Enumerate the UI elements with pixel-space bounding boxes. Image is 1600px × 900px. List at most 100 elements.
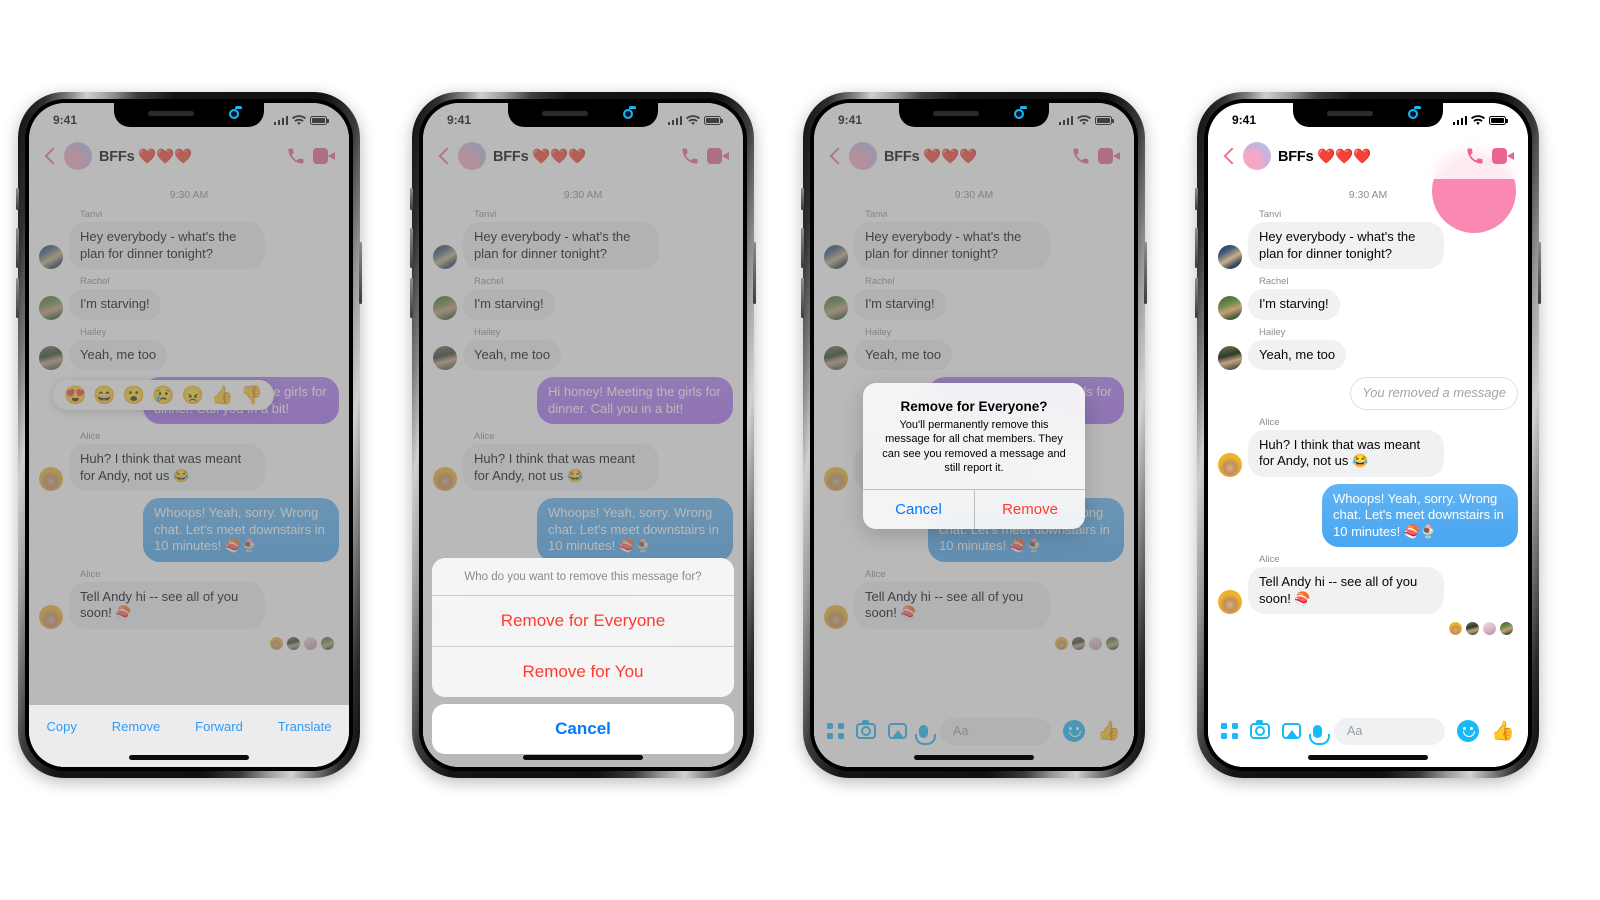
context-menu-copy[interactable]: Copy [46, 719, 76, 734]
volume-down-button[interactable] [1195, 278, 1198, 318]
message-row[interactable]: Whoops! Yeah, sorry. Wrong chat. Let's m… [1218, 483, 1518, 547]
screen-1: 9:30 AM Tanvi Hey everybody - what's the… [29, 103, 349, 767]
cellular-signal-icon [1452, 115, 1467, 125]
phone-1: 9:30 AM Tanvi Hey everybody - what's the… [16, 92, 362, 778]
silent-switch[interactable] [410, 188, 413, 210]
removed-message-placeholder: You removed a message [1350, 377, 1518, 410]
home-indicator[interactable] [1308, 755, 1428, 760]
front-camera-icon [230, 106, 242, 118]
power-button[interactable] [1144, 242, 1147, 304]
speaker-grille [933, 111, 979, 116]
status-indicators [1452, 114, 1508, 126]
battery-icon [1489, 115, 1508, 125]
avatar [1482, 621, 1497, 636]
phone-bezel: 9:30 AM Tanvi Hey everybody - what's the… [810, 99, 1138, 771]
alert-body: Remove for Everyone? You'll permanently … [863, 383, 1085, 489]
alert-actions: Cancel Remove [863, 489, 1085, 530]
front-camera-icon [1409, 106, 1421, 118]
avatar[interactable] [1218, 346, 1242, 370]
remove-for-you-button[interactable]: Remove for You [432, 647, 734, 697]
sender-label: Alice [1259, 416, 1280, 428]
message-thread[interactable]: 9:30 AM Tanvi Hey everybody - what's the… [1208, 179, 1528, 767]
avatar[interactable] [1218, 452, 1242, 477]
emoji-smiley-icon[interactable] [1457, 720, 1480, 742]
message-row[interactable]: Huh? I think that was meant for Andy, no… [1218, 429, 1518, 477]
context-menu-forward[interactable]: Forward [195, 719, 243, 734]
phone-bezel: 9:30 AM Tanvi Hey everybody - what's the… [25, 99, 353, 771]
remove-action-sheet[interactable]: Who do you want to remove this message f… [432, 558, 734, 754]
silent-switch[interactable] [801, 188, 804, 210]
volume-up-button[interactable] [1195, 228, 1198, 268]
message-bubble[interactable]: Yeah, me too [1248, 339, 1347, 370]
speaker-grille [542, 111, 588, 116]
message-bubble[interactable]: Huh? I think that was meant for Andy, no… [1248, 429, 1444, 477]
home-indicator[interactable] [523, 755, 643, 760]
alert-message: You'll permanently remove this message f… [882, 419, 1066, 474]
message-row[interactable]: Tell Andy hi -- see all of you soon! 🍣 [1218, 567, 1518, 614]
photo-icon[interactable] [1282, 723, 1301, 739]
message-bubble[interactable]: Hey everybody - what's the plan for dinn… [1248, 222, 1444, 269]
removed-message-row[interactable]: You removed a message [1218, 377, 1518, 410]
message-row[interactable]: Yeah, me too [1218, 339, 1518, 370]
phone-bezel: 9:30 AM Tanvi Hey everybody - what's the… [1204, 99, 1532, 771]
avatar [1448, 621, 1463, 636]
volume-down-button[interactable] [801, 278, 804, 318]
power-button[interactable] [1538, 242, 1541, 304]
message-bubble[interactable]: Whoops! Yeah, sorry. Wrong chat. Let's m… [1322, 483, 1518, 547]
phone-3: 9:30 AM Tanvi Hey everybody - what's the… [801, 92, 1147, 778]
cancel-button[interactable]: Cancel [863, 490, 974, 529]
power-button[interactable] [359, 242, 362, 304]
microphone-icon[interactable] [1309, 724, 1330, 745]
screenshot-stage: 9:30 AM Tanvi Hey everybody - what's the… [0, 0, 1600, 900]
sender-label: Hailey [1259, 326, 1286, 338]
seen-by-avatars [1218, 621, 1514, 636]
avatar[interactable] [1218, 295, 1242, 320]
remove-button[interactable]: Remove [974, 490, 1085, 530]
alert-title: Remove for Everyone? [900, 399, 1048, 414]
dim-overlay[interactable] [29, 103, 349, 767]
context-menu-translate[interactable]: Translate [278, 719, 332, 734]
volume-down-button[interactable] [16, 278, 19, 318]
message-input[interactable]: Aa [1334, 717, 1446, 745]
page-title: BFFs ❤️❤️❤️ [1278, 148, 1371, 165]
remove-for-everyone-button[interactable]: Remove for Everyone [432, 596, 734, 647]
front-camera-icon [624, 106, 636, 118]
notch [508, 103, 658, 127]
volume-up-button[interactable] [801, 228, 804, 268]
group-avatar[interactable] [1243, 142, 1271, 170]
apps-grid-icon[interactable] [1221, 722, 1238, 740]
volume-up-button[interactable] [16, 228, 19, 268]
silent-switch[interactable] [16, 188, 19, 210]
avatar [1465, 621, 1480, 636]
sender-label: Rachel [1259, 276, 1289, 287]
camera-icon[interactable] [1250, 720, 1270, 739]
home-indicator[interactable] [914, 755, 1034, 760]
phone-bezel: 9:30 AM Tanvi Hey everybody - what's the… [419, 99, 747, 771]
phone-icon[interactable] [1465, 146, 1485, 166]
message-bubble[interactable]: Tell Andy hi -- see all of you soon! 🍣 [1248, 567, 1444, 614]
volume-down-button[interactable] [410, 278, 413, 318]
home-indicator[interactable] [129, 755, 249, 760]
message-row[interactable]: I'm starving! [1218, 289, 1518, 320]
notch [114, 103, 264, 127]
avatar[interactable] [1218, 245, 1242, 269]
action-sheet-title: Who do you want to remove this message f… [432, 558, 734, 596]
remove-confirmation-alert: Remove for Everyone? You'll permanently … [863, 383, 1085, 530]
thumbs-up-icon[interactable]: 👍 [1491, 722, 1515, 741]
volume-up-button[interactable] [410, 228, 413, 268]
silent-switch[interactable] [1195, 188, 1198, 210]
context-menu-remove[interactable]: Remove [112, 719, 160, 734]
power-button[interactable] [753, 242, 756, 304]
phone-2: 9:30 AM Tanvi Hey everybody - what's the… [410, 92, 756, 778]
message-bubble[interactable]: I'm starving! [1248, 289, 1340, 320]
speaker-grille [1327, 111, 1373, 116]
wifi-icon [1471, 114, 1485, 125]
avatar[interactable] [1218, 590, 1242, 614]
cancel-button[interactable]: Cancel [432, 704, 734, 754]
screen-3: 9:30 AM Tanvi Hey everybody - what's the… [814, 103, 1134, 767]
phone-4: 9:30 AM Tanvi Hey everybody - what's the… [1195, 92, 1541, 778]
front-camera-icon [1015, 106, 1027, 118]
avatar [1499, 621, 1514, 636]
chevron-left-icon[interactable] [1222, 149, 1236, 163]
video-camera-icon[interactable] [1492, 148, 1514, 164]
